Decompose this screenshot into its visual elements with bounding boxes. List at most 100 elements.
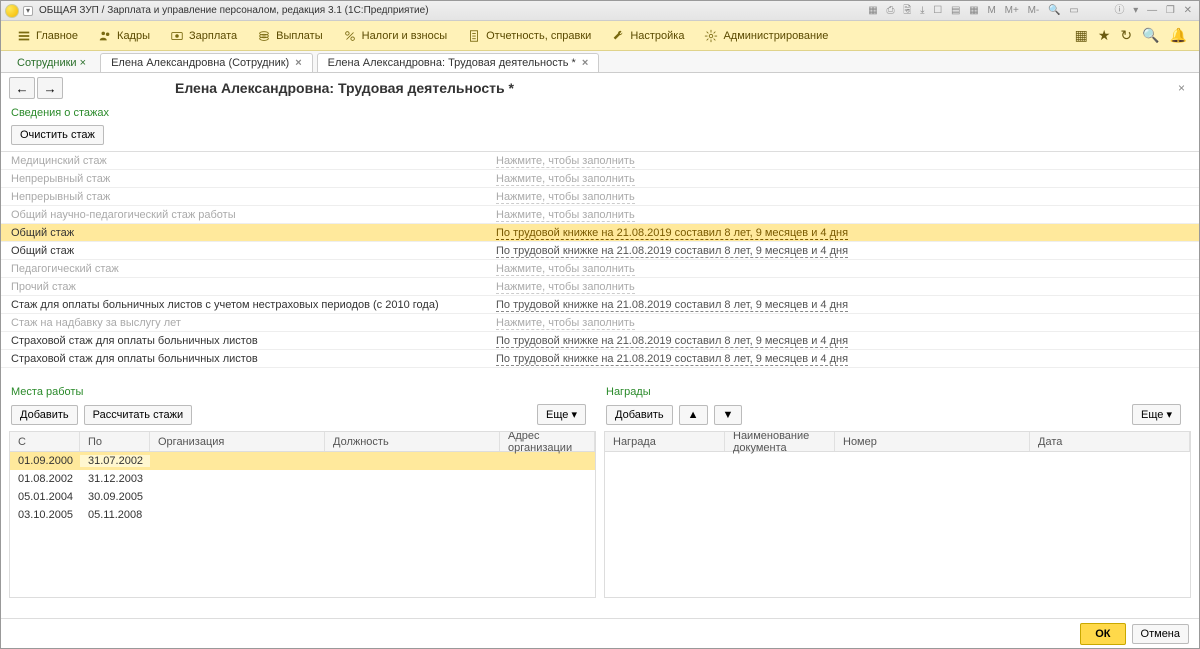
tb-print-icon[interactable]: ⎙	[886, 5, 894, 16]
menu-nastroika[interactable]: Настройка	[601, 21, 694, 50]
close-icon[interactable]: ✕	[1184, 5, 1192, 16]
doc-icon	[467, 29, 481, 43]
app-orb-icon	[5, 4, 19, 18]
main-menubar: Главное Кадры Зарплата Выплаты Налоги и …	[1, 21, 1199, 51]
more-button[interactable]: Еще ▾	[537, 404, 586, 425]
add-award-button[interactable]: Добавить	[606, 405, 673, 425]
info-icon[interactable]: ⓘ	[1114, 5, 1124, 16]
stazh-row[interactable]: Общий научно-педагогический стаж работыН…	[1, 206, 1199, 224]
fill-link[interactable]: Нажмите, чтобы заполнить	[496, 155, 635, 168]
tb-icon[interactable]: ☐	[933, 5, 942, 16]
stazh-row[interactable]: Непрерывный стажНажмите, чтобы заполнить	[1, 170, 1199, 188]
close-tab-icon[interactable]: ×	[582, 57, 588, 69]
tb-calendar-icon[interactable]: ▦	[969, 5, 978, 16]
stazh-row[interactable]: Страховой стаж для оплаты больничных лис…	[1, 350, 1199, 368]
table-row[interactable]: 03.10.200505.11.2008	[10, 506, 595, 524]
stazh-value-link[interactable]: По трудовой книжке на 21.08.2019 состави…	[496, 227, 848, 240]
awards-pane: Награды Добавить ▲ ▼ Еще ▾ Награда Наиме…	[604, 382, 1191, 598]
tb-mminus[interactable]: M-	[1028, 5, 1040, 16]
minimize-icon[interactable]: —	[1147, 5, 1157, 16]
menu-zarplata[interactable]: Зарплата	[160, 21, 247, 50]
menu-nalogi[interactable]: Налоги и взносы	[333, 21, 458, 50]
wrench-icon	[611, 29, 625, 43]
history-icon[interactable]: ↻	[1120, 27, 1132, 44]
calc-stazh-button[interactable]: Рассчитать стажи	[84, 405, 193, 425]
menu-otchet[interactable]: Отчетность, справки	[457, 21, 601, 50]
apps-icon[interactable]: ▦	[1075, 27, 1088, 44]
add-place-button[interactable]: Добавить	[11, 405, 78, 425]
nav-row: ← → Елена Александровна: Трудовая деятел…	[1, 73, 1199, 103]
ok-button[interactable]: ОК	[1080, 623, 1125, 645]
menu-icon	[17, 29, 31, 43]
stazh-row[interactable]: Стаж на надбавку за выслугу летНажмите, …	[1, 314, 1199, 332]
fill-link[interactable]: Нажмите, чтобы заполнить	[496, 317, 635, 330]
window-title: ОБЩАЯ ЗУП / Зарплата и управление персон…	[39, 5, 429, 16]
table-row[interactable]: 05.01.200430.09.2005	[10, 488, 595, 506]
tb-icon[interactable]: ▭	[1069, 5, 1078, 16]
menu-kadry[interactable]: Кадры	[88, 21, 160, 50]
tb-search-icon[interactable]: 🔍	[1048, 5, 1060, 16]
stazh-row[interactable]: Педагогический стажНажмите, чтобы заполн…	[1, 260, 1199, 278]
menu-admin[interactable]: Администрирование	[694, 21, 838, 50]
tb-icon[interactable]: 🗟	[903, 5, 911, 16]
tb-icon[interactable]: ▦	[868, 5, 877, 16]
fill-link[interactable]: Нажмите, чтобы заполнить	[496, 263, 635, 276]
fill-link[interactable]: Нажмите, чтобы заполнить	[496, 281, 635, 294]
move-up-button[interactable]: ▲	[679, 405, 708, 425]
tb-mplus[interactable]: M+	[1005, 5, 1019, 16]
close-page-icon[interactable]: ×	[1172, 81, 1191, 95]
document-tabbar: Сотрудники × Елена Александровна (Сотруд…	[1, 51, 1199, 73]
move-down-button[interactable]: ▼	[714, 405, 743, 425]
stazh-value-link[interactable]: По трудовой книжке на 21.08.2019 состави…	[496, 299, 848, 312]
tab-employee[interactable]: Елена Александровна (Сотрудник)×	[100, 53, 313, 72]
window-titlebar: ▾ ОБЩАЯ ЗУП / Зарплата и управление перс…	[1, 1, 1199, 21]
coins-icon	[257, 29, 271, 43]
stazh-row[interactable]: Медицинский стажНажмите, чтобы заполнить	[1, 152, 1199, 170]
stazh-row[interactable]: Стаж для оплаты больничных листов с учет…	[1, 296, 1199, 314]
close-tab-icon[interactable]: ×	[295, 57, 301, 69]
tab-trudovaya[interactable]: Елена Александровна: Трудовая деятельнос…	[317, 53, 600, 72]
menu-main[interactable]: Главное	[7, 21, 88, 50]
stazh-value-link[interactable]: По трудовой книжке на 21.08.2019 состави…	[496, 335, 848, 348]
section-awards-label: Награды	[604, 382, 1191, 402]
stazh-row[interactable]: Непрерывный стажНажмите, чтобы заполнить	[1, 188, 1199, 206]
stazh-row[interactable]: Прочий стажНажмите, чтобы заполнить	[1, 278, 1199, 296]
stazh-value-link[interactable]: По трудовой книжке на 21.08.2019 состави…	[496, 353, 848, 366]
forward-button[interactable]: →	[37, 77, 63, 99]
stazh-row[interactable]: Страховой стаж для оплаты больничных лис…	[1, 332, 1199, 350]
fill-link[interactable]: Нажмите, чтобы заполнить	[496, 191, 635, 204]
table-row[interactable]: 01.09.200031.07.2002	[10, 452, 595, 470]
fill-link[interactable]: Нажмите, чтобы заполнить	[496, 209, 635, 222]
bottom-split: Места работы Добавить Рассчитать стажи Е…	[1, 382, 1199, 598]
stazh-value-link[interactable]: По трудовой книжке на 21.08.2019 состави…	[496, 245, 848, 258]
more-button[interactable]: Еще ▾	[1132, 404, 1181, 425]
dropdown-icon[interactable]: ▾	[1133, 5, 1138, 16]
table-row[interactable]: 01.08.200231.12.2003	[10, 470, 595, 488]
money-icon	[170, 29, 184, 43]
section-stazh-label: Сведения о стажах	[1, 103, 1199, 123]
tb-calc-icon[interactable]: ▤	[951, 5, 960, 16]
awards-grid[interactable]: Награда Наименование документа Номер Дат…	[604, 431, 1191, 598]
stazh-row[interactable]: Общий стажПо трудовой книжке на 21.08.20…	[1, 242, 1199, 260]
star-icon[interactable]: ★	[1098, 27, 1111, 44]
breadcrumb-sotrudniki[interactable]: Сотрудники ×	[7, 54, 96, 72]
dialog-footer: ОК Отмена	[1, 618, 1199, 648]
people-icon	[98, 29, 112, 43]
tb-icon[interactable]: ⤓	[920, 5, 924, 16]
cancel-button[interactable]: Отмена	[1132, 624, 1189, 644]
tb-m[interactable]: M	[987, 5, 995, 16]
places-grid[interactable]: С По Организация Должность Адрес организ…	[9, 431, 596, 598]
stazh-row-selected[interactable]: Общий стажПо трудовой книжке на 21.08.20…	[1, 224, 1199, 242]
maximize-icon[interactable]: ❐	[1166, 5, 1175, 16]
titlebar-icons: ▦ ⎙ 🗟 ⤓ ☐ ▤ ▦ M M+ M- 🔍 ▭ ⓘ ▾ — ❐ ✕	[865, 1, 1195, 20]
grid-body: 01.09.200031.07.2002 01.08.200231.12.200…	[10, 452, 595, 524]
fill-link[interactable]: Нажмите, чтобы заполнить	[496, 173, 635, 186]
back-button[interactable]: ←	[9, 77, 35, 99]
page-title: Елена Александровна: Трудовая деятельнос…	[175, 80, 514, 96]
app-menu-dropdown[interactable]: ▾	[23, 6, 33, 16]
menu-vyplaty[interactable]: Выплаты	[247, 21, 332, 50]
search-icon[interactable]: 🔍	[1142, 27, 1159, 44]
clear-stazh-button[interactable]: Очистить стаж	[11, 125, 104, 145]
bell-icon[interactable]: 🔔	[1170, 27, 1187, 44]
percent-icon	[343, 29, 357, 43]
